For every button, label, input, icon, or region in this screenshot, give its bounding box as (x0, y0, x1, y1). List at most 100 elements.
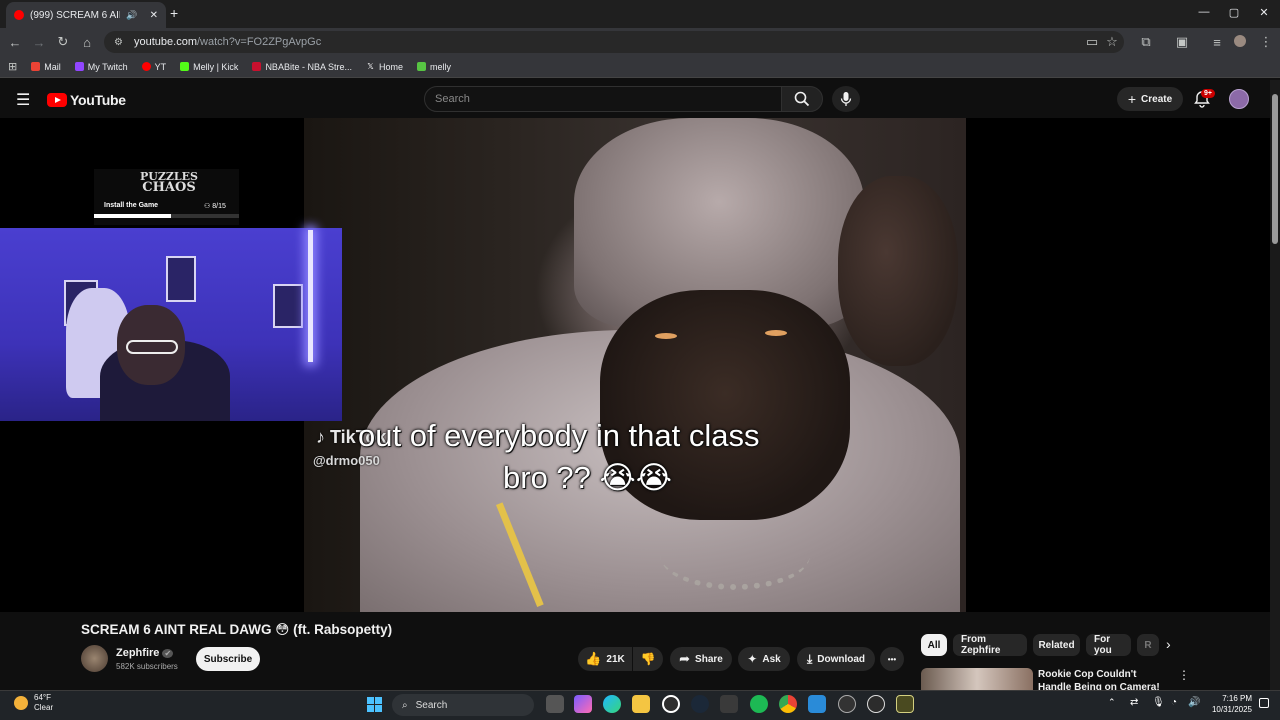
channel-name[interactable]: Zephfire ✔ (116, 647, 174, 659)
bookmark-home[interactable]: 𝕏 Home (366, 62, 403, 72)
address-bar[interactable]: ⚙ youtube.com/watch?v=FO2ZPgAvpGc (104, 31, 1124, 53)
video-figure-eye-left (655, 333, 677, 339)
related-video-thumbnail[interactable] (921, 668, 1033, 690)
voice-search-button[interactable] (832, 86, 860, 112)
subscribe-button[interactable]: Subscribe (196, 647, 260, 671)
taskbar-search[interactable]: ⌕ Search (392, 694, 534, 716)
tab-close-icon[interactable]: ✕ (150, 10, 158, 21)
edge-icon[interactable] (603, 695, 621, 713)
share-button[interactable]: ➦ Share (670, 647, 732, 671)
tray-mic-icon[interactable]: 🎙 (1152, 697, 1165, 708)
obs-icon[interactable] (867, 695, 885, 713)
chip-related[interactable]: Related (1033, 634, 1080, 656)
install-game-label: Install the Game (104, 202, 159, 209)
photos-icon[interactable] (808, 695, 826, 713)
bookmark-yt[interactable]: YT (141, 62, 166, 72)
tray-volume-icon[interactable]: 🔊 (1188, 697, 1200, 708)
channel-avatar[interactable] (81, 645, 108, 672)
profile-icon[interactable] (1234, 35, 1246, 47)
apps-grid-icon[interactable]: ⊞ (8, 60, 17, 73)
verified-icon: ✔ (162, 649, 174, 658)
hamburger-menu-icon[interactable]: ☰ (16, 90, 30, 110)
sidepanel-icon[interactable]: ▣ (1170, 30, 1194, 54)
bookmark-mail[interactable]: Mail (31, 62, 61, 72)
led-light-strip (308, 230, 313, 362)
install-progress-fill (94, 214, 171, 218)
youtube-logo[interactable]: YouTube (47, 92, 126, 108)
store-icon[interactable] (720, 695, 738, 713)
minimize-button[interactable]: — (1194, 6, 1214, 18)
tray-overflow-icon[interactable]: ⌃ (1108, 697, 1116, 708)
gmail-icon (31, 62, 41, 71)
page-scrollbar-thumb[interactable] (1272, 94, 1278, 244)
extensions-icon[interactable]: ⧉ (1134, 30, 1158, 54)
chip-from-zephfire[interactable]: From Zephfire (953, 634, 1027, 656)
tiktok-handle: @drmo050 (313, 453, 380, 468)
app-launcher-icon[interactable] (896, 695, 914, 713)
streamer-glasses (126, 340, 178, 354)
bookmarks-bar: ⊞ Mail My Twitch YT Melly | Kick NBABite… (0, 56, 1280, 78)
bookmark-melly[interactable]: melly (416, 62, 451, 72)
ask-button[interactable]: ✦ Ask (738, 647, 790, 671)
browser-tab-active[interactable]: (999) SCREAM 6 AINT REAL 🔊 ✕ (6, 2, 166, 28)
youtube-icon (141, 62, 151, 71)
notification-center-icon[interactable] (1259, 698, 1269, 708)
youtube-play-icon (47, 93, 67, 107)
back-icon[interactable]: ← (3, 30, 27, 54)
steam-icon[interactable] (691, 695, 709, 713)
copilot-icon[interactable] (574, 695, 592, 713)
chip-recently-uploaded[interactable]: R (1137, 634, 1159, 656)
thumbs-up-icon: 👍 (585, 651, 602, 666)
tiktok-icon: ♪ (316, 427, 325, 447)
bookmark-kick[interactable]: Melly | Kick (180, 62, 238, 72)
spotify-icon[interactable] (750, 695, 768, 713)
share-arrow-icon: ➦ (679, 651, 691, 666)
bookmark-star-icon[interactable]: ☆ (1100, 30, 1124, 54)
windows-start-icon[interactable] (367, 697, 382, 712)
x-icon: 𝕏 (367, 62, 374, 71)
bookmark-my-twitch[interactable]: My Twitch (74, 62, 128, 72)
reload-icon[interactable]: ↻ (51, 30, 75, 54)
url-host: youtube.com (134, 36, 197, 48)
media-icon[interactable]: ≡ (1205, 30, 1229, 54)
account-avatar[interactable] (1229, 89, 1249, 109)
chevron-right-icon[interactable]: › (1166, 636, 1171, 652)
search-button[interactable] (781, 86, 823, 112)
dislike-button[interactable]: 👎 (633, 647, 663, 671)
notification-count-badge: 9+ (1201, 89, 1215, 98)
maximize-button[interactable]: ▢ (1224, 6, 1244, 19)
search-icon (794, 91, 810, 107)
wall-poster (273, 284, 303, 328)
taskbar-clock[interactable]: 7:16 PM 10/31/2025 (1208, 693, 1252, 715)
close-window-button[interactable]: ✕ (1254, 6, 1274, 19)
file-explorer-icon[interactable] (632, 695, 650, 713)
tab-audio-icon[interactable]: 🔊 (126, 10, 137, 21)
xbox-icon[interactable] (662, 695, 680, 713)
chip-all[interactable]: All (921, 634, 947, 656)
site-info-icon[interactable]: ⚙ (114, 37, 126, 48)
weather-condition: Clear (34, 703, 54, 712)
browser-tab-strip (0, 0, 1280, 28)
media-player-icon[interactable] (838, 695, 856, 713)
more-actions-button[interactable]: ••• (880, 647, 904, 671)
chrome-icon[interactable] (779, 695, 797, 713)
chip-for-you[interactable]: For you (1086, 634, 1131, 656)
bookmark-nbabite[interactable]: NBABite - NBA Stre... (252, 62, 352, 72)
create-button[interactable]: + Create (1117, 87, 1183, 111)
related-video-title[interactable]: Rookie Cop Couldn't Handle Being on Came… (1038, 668, 1168, 690)
related-menu-kebab-icon[interactable]: ⋮ (1178, 668, 1190, 682)
sparkle-icon: ✦ (747, 652, 758, 666)
tab-title: (999) SCREAM 6 AINT REAL (30, 9, 120, 21)
like-button[interactable]: 👍 21K (578, 647, 632, 671)
download-button[interactable]: ⤓ Download (797, 647, 875, 671)
tray-network-icon[interactable]: ⇄ (1130, 697, 1138, 708)
forward-icon[interactable]: → (27, 30, 51, 54)
home-icon[interactable]: ⌂ (75, 30, 99, 54)
new-tab-button[interactable]: + (170, 5, 178, 21)
menu-kebab-icon[interactable]: ⋮ (1254, 30, 1278, 54)
search-input[interactable]: Search (424, 86, 782, 112)
weather-widget[interactable]: 64°F Clear (14, 693, 53, 713)
tray-wifi-icon[interactable]: ◔ (1171, 697, 1177, 708)
task-view-icon[interactable] (546, 695, 564, 713)
weather-moon-icon (14, 696, 28, 710)
